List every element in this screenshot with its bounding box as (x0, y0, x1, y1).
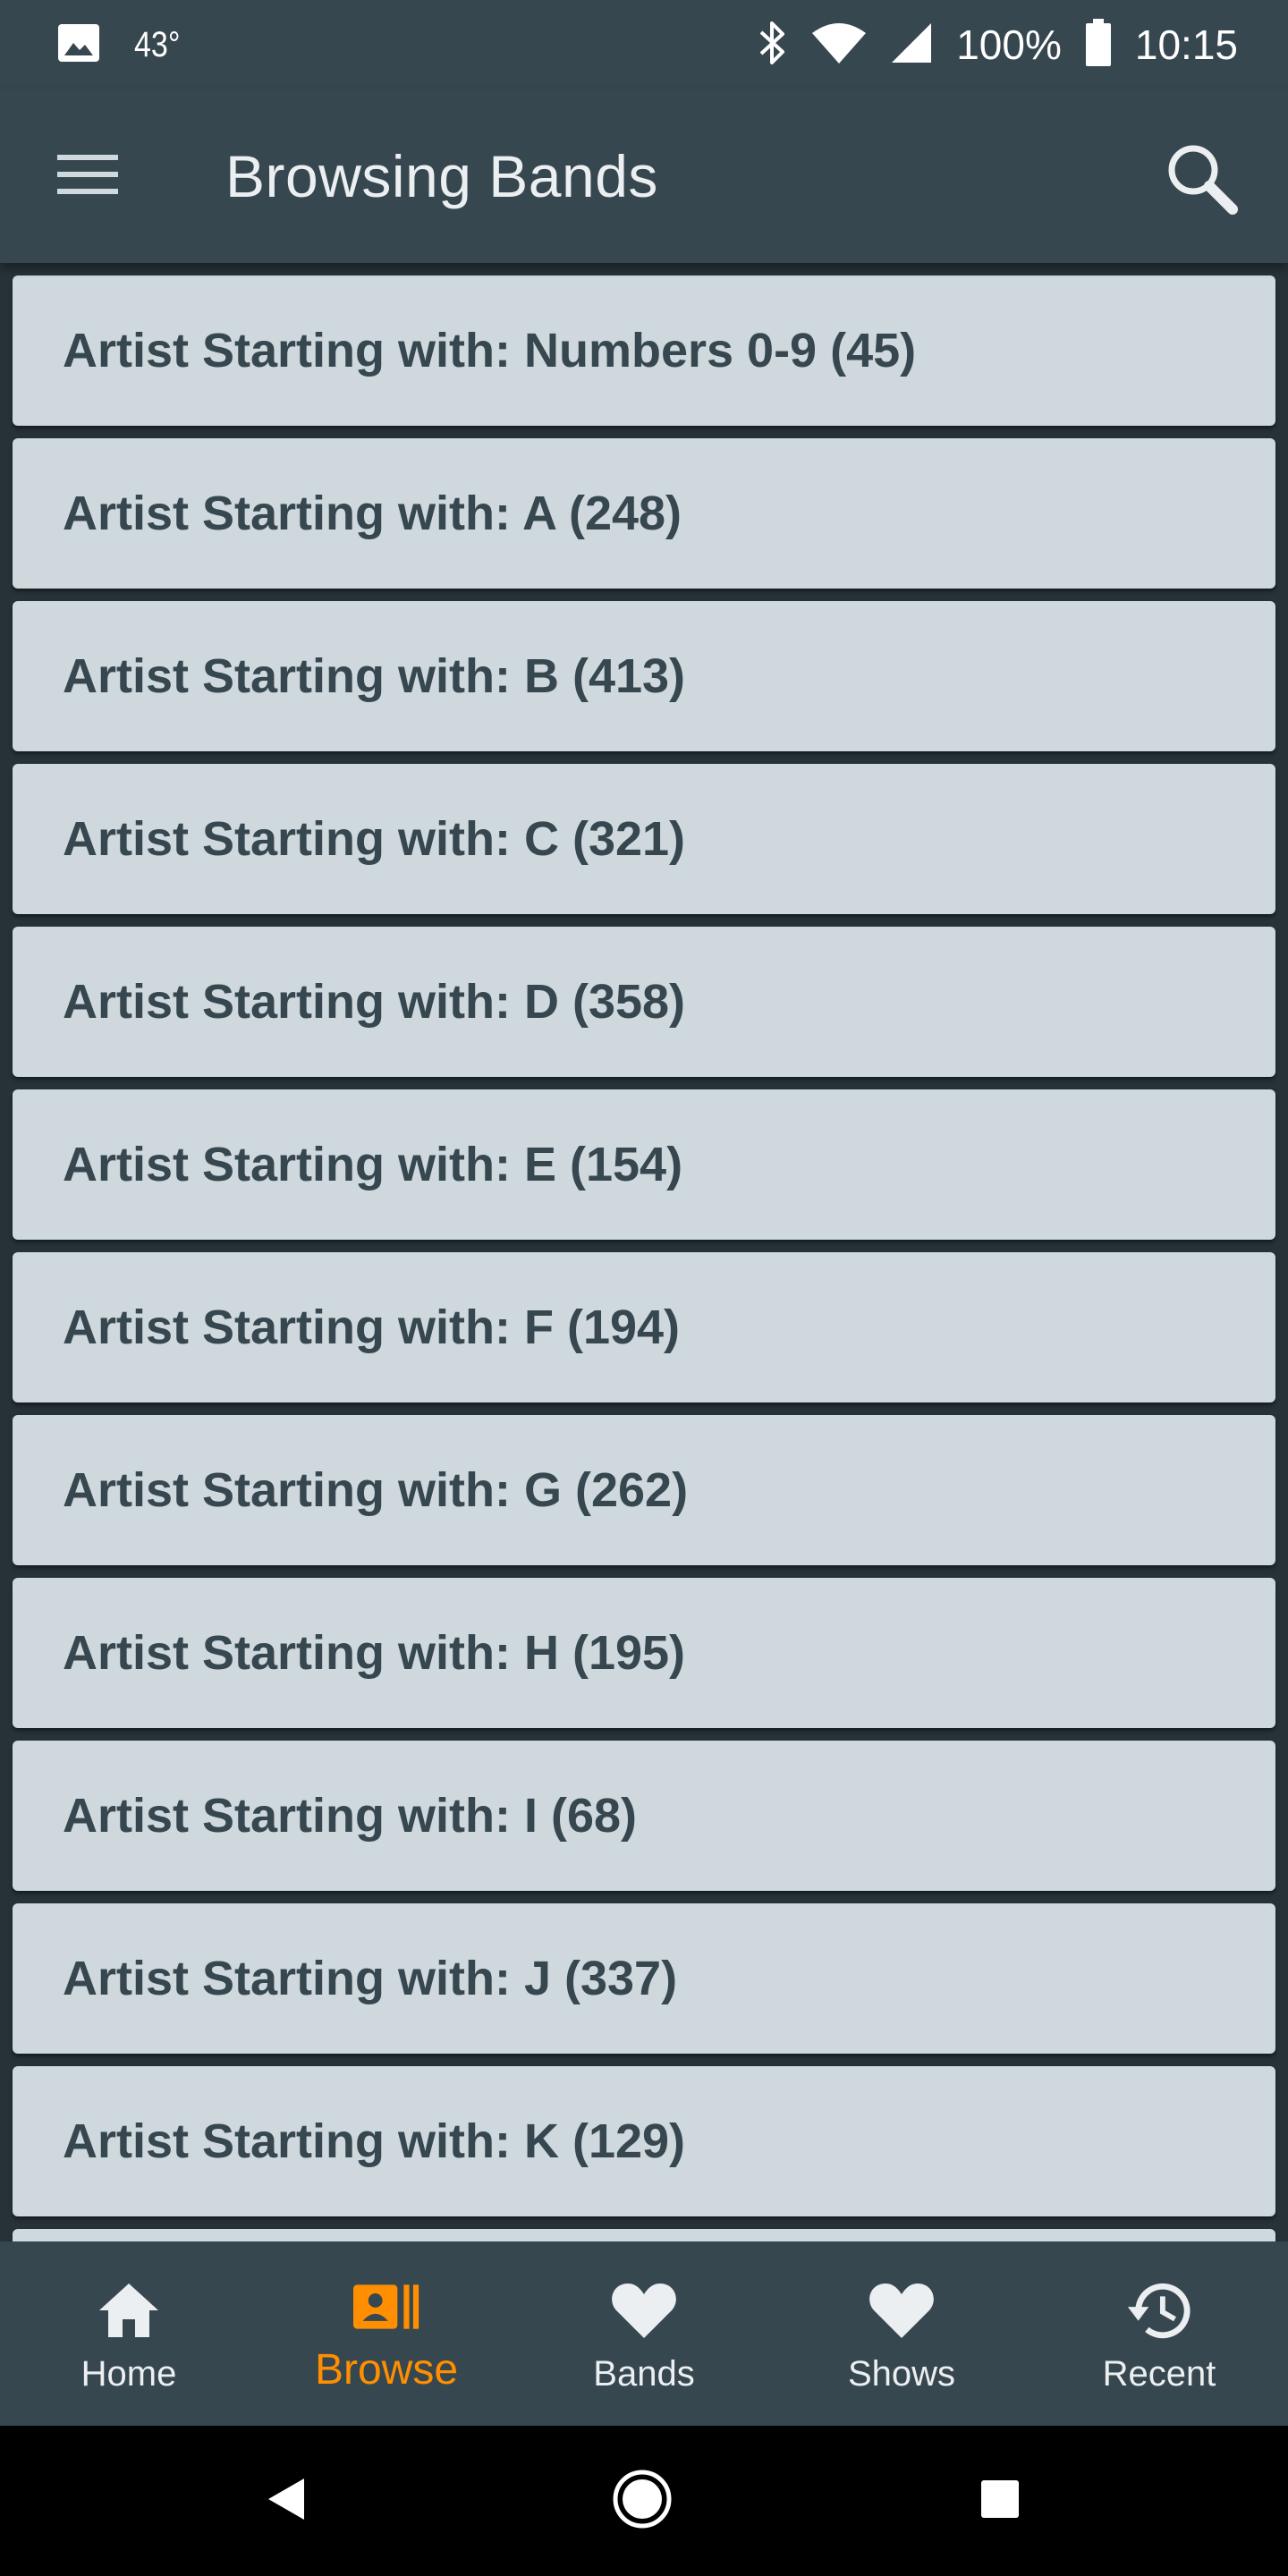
home-circle-icon (612, 2469, 673, 2534)
list-item-j[interactable]: Artist Starting with: J (337) (13, 1903, 1275, 2054)
list-item-label: Artist Starting with: A (248) (63, 487, 682, 540)
clock: 10:15 (1134, 21, 1238, 68)
nav-bands[interactable]: Bands (515, 2241, 773, 2426)
nav-shows[interactable]: Shows (773, 2241, 1030, 2426)
cell-signal-icon (890, 21, 933, 69)
list-item-label: Artist Starting with: J (337) (63, 1952, 678, 2005)
list-item-label: Artist Starting with: C (321) (63, 812, 686, 866)
app-bar: Browsing Bands (0, 89, 1288, 263)
wifi-icon (811, 22, 867, 68)
nav-label: Bands (593, 2354, 695, 2394)
recents-square-icon (979, 2479, 1021, 2524)
back-button[interactable] (250, 2465, 322, 2537)
home-system-button[interactable] (606, 2465, 678, 2537)
search-button[interactable] (1154, 132, 1249, 227)
list-item-label: Artist Starting with: G (262) (63, 1463, 689, 1517)
nav-browse[interactable]: Browse (258, 2241, 515, 2426)
list-item-label: Artist Starting with: F (194) (63, 1301, 681, 1354)
list-item-label: Artist Starting with: I (68) (63, 1789, 638, 1843)
nav-label: Browse (314, 2346, 459, 2394)
browse-icon (353, 2274, 419, 2340)
list-item-label: Artist Starting with: Numbers 0-9 (45) (63, 324, 917, 377)
list-item-c[interactable]: Artist Starting with: C (321) (13, 764, 1275, 914)
list-item-label: Artist Starting with: E (154) (63, 1138, 683, 1191)
list-item-label: Artist Starting with: K (129) (63, 2114, 686, 2168)
artist-letter-list[interactable]: Artist Starting with: Numbers 0-9 (45) A… (0, 263, 1288, 2241)
bottom-navigation: Home Browse Bands Shows Recent (0, 2241, 1288, 2426)
battery-percent: 100% (956, 21, 1062, 68)
nav-label: Shows (847, 2354, 956, 2394)
hamburger-menu-icon (57, 153, 118, 200)
bluetooth-icon (758, 20, 788, 71)
list-item-label: Artist Starting with: B (413) (63, 649, 686, 703)
nav-home[interactable]: Home (0, 2241, 258, 2426)
back-icon (267, 2477, 306, 2526)
system-navigation-bar (0, 2426, 1288, 2576)
list-item-numbers[interactable]: Artist Starting with: Numbers 0-9 (45) (13, 275, 1275, 426)
list-item-k[interactable]: Artist Starting with: K (129) (13, 2066, 1275, 2216)
list-item-i[interactable]: Artist Starting with: I (68) (13, 1741, 1275, 1891)
list-item-b[interactable]: Artist Starting with: B (413) (13, 601, 1275, 751)
status-left: 43° (57, 23, 189, 67)
list-item-e[interactable]: Artist Starting with: E (154) (13, 1089, 1275, 1240)
nav-label: Home (80, 2354, 177, 2394)
temperature: 43° (134, 24, 181, 64)
nav-label: Recent (1102, 2354, 1216, 2394)
heart-icon (611, 2277, 677, 2343)
status-bar: 43° 100% 10:15 (0, 0, 1288, 89)
list-item-g[interactable]: Artist Starting with: G (262) (13, 1415, 1275, 1565)
page-title: Browsing Bands (225, 143, 658, 209)
recents-button[interactable] (964, 2465, 1036, 2537)
image-icon (57, 23, 100, 67)
list-item-label: Artist Starting with: H (195) (63, 1626, 686, 1680)
list-item-h[interactable]: Artist Starting with: H (195) (13, 1578, 1275, 1728)
list-item-f[interactable]: Artist Starting with: F (194) (13, 1252, 1275, 1402)
search-icon (1165, 141, 1238, 219)
list-item-partial[interactable] (13, 2229, 1275, 2241)
battery-icon (1085, 18, 1112, 72)
list-item-d[interactable]: Artist Starting with: D (358) (13, 927, 1275, 1077)
heart-icon (869, 2277, 935, 2343)
home-icon (96, 2277, 162, 2343)
hamburger-menu-button[interactable] (48, 145, 127, 208)
status-right: 100% 10:15 (758, 18, 1238, 72)
nav-recent[interactable]: Recent (1030, 2241, 1288, 2426)
history-icon (1126, 2277, 1192, 2343)
list-item-label: Artist Starting with: D (358) (63, 975, 686, 1029)
list-item-a[interactable]: Artist Starting with: A (248) (13, 438, 1275, 589)
